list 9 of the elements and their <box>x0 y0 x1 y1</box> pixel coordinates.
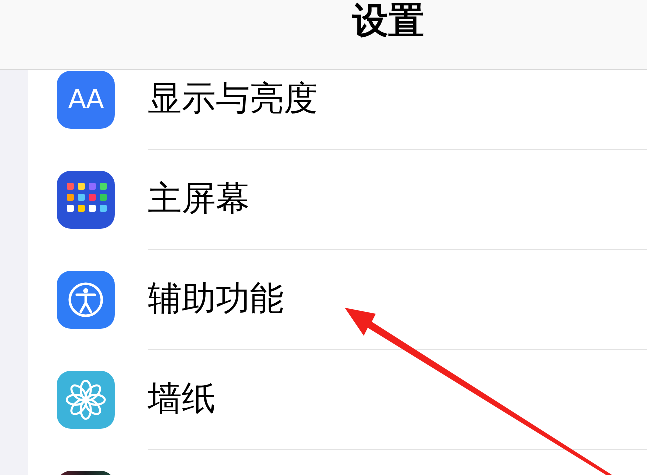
home-screen-icon <box>57 171 115 229</box>
page-title: 设置 <box>352 4 424 40</box>
settings-item[interactable]: 墙纸 <box>148 374 216 425</box>
settings-item[interactable]: 辅助功能 <box>148 274 284 325</box>
accessibility-icon <box>57 271 115 329</box>
display-icon: AA <box>57 71 115 129</box>
settings-item[interactable]: 主屏幕 <box>148 174 250 225</box>
settings-item[interactable]: 显示与亮度 <box>148 74 318 125</box>
flower-icon <box>57 371 115 429</box>
